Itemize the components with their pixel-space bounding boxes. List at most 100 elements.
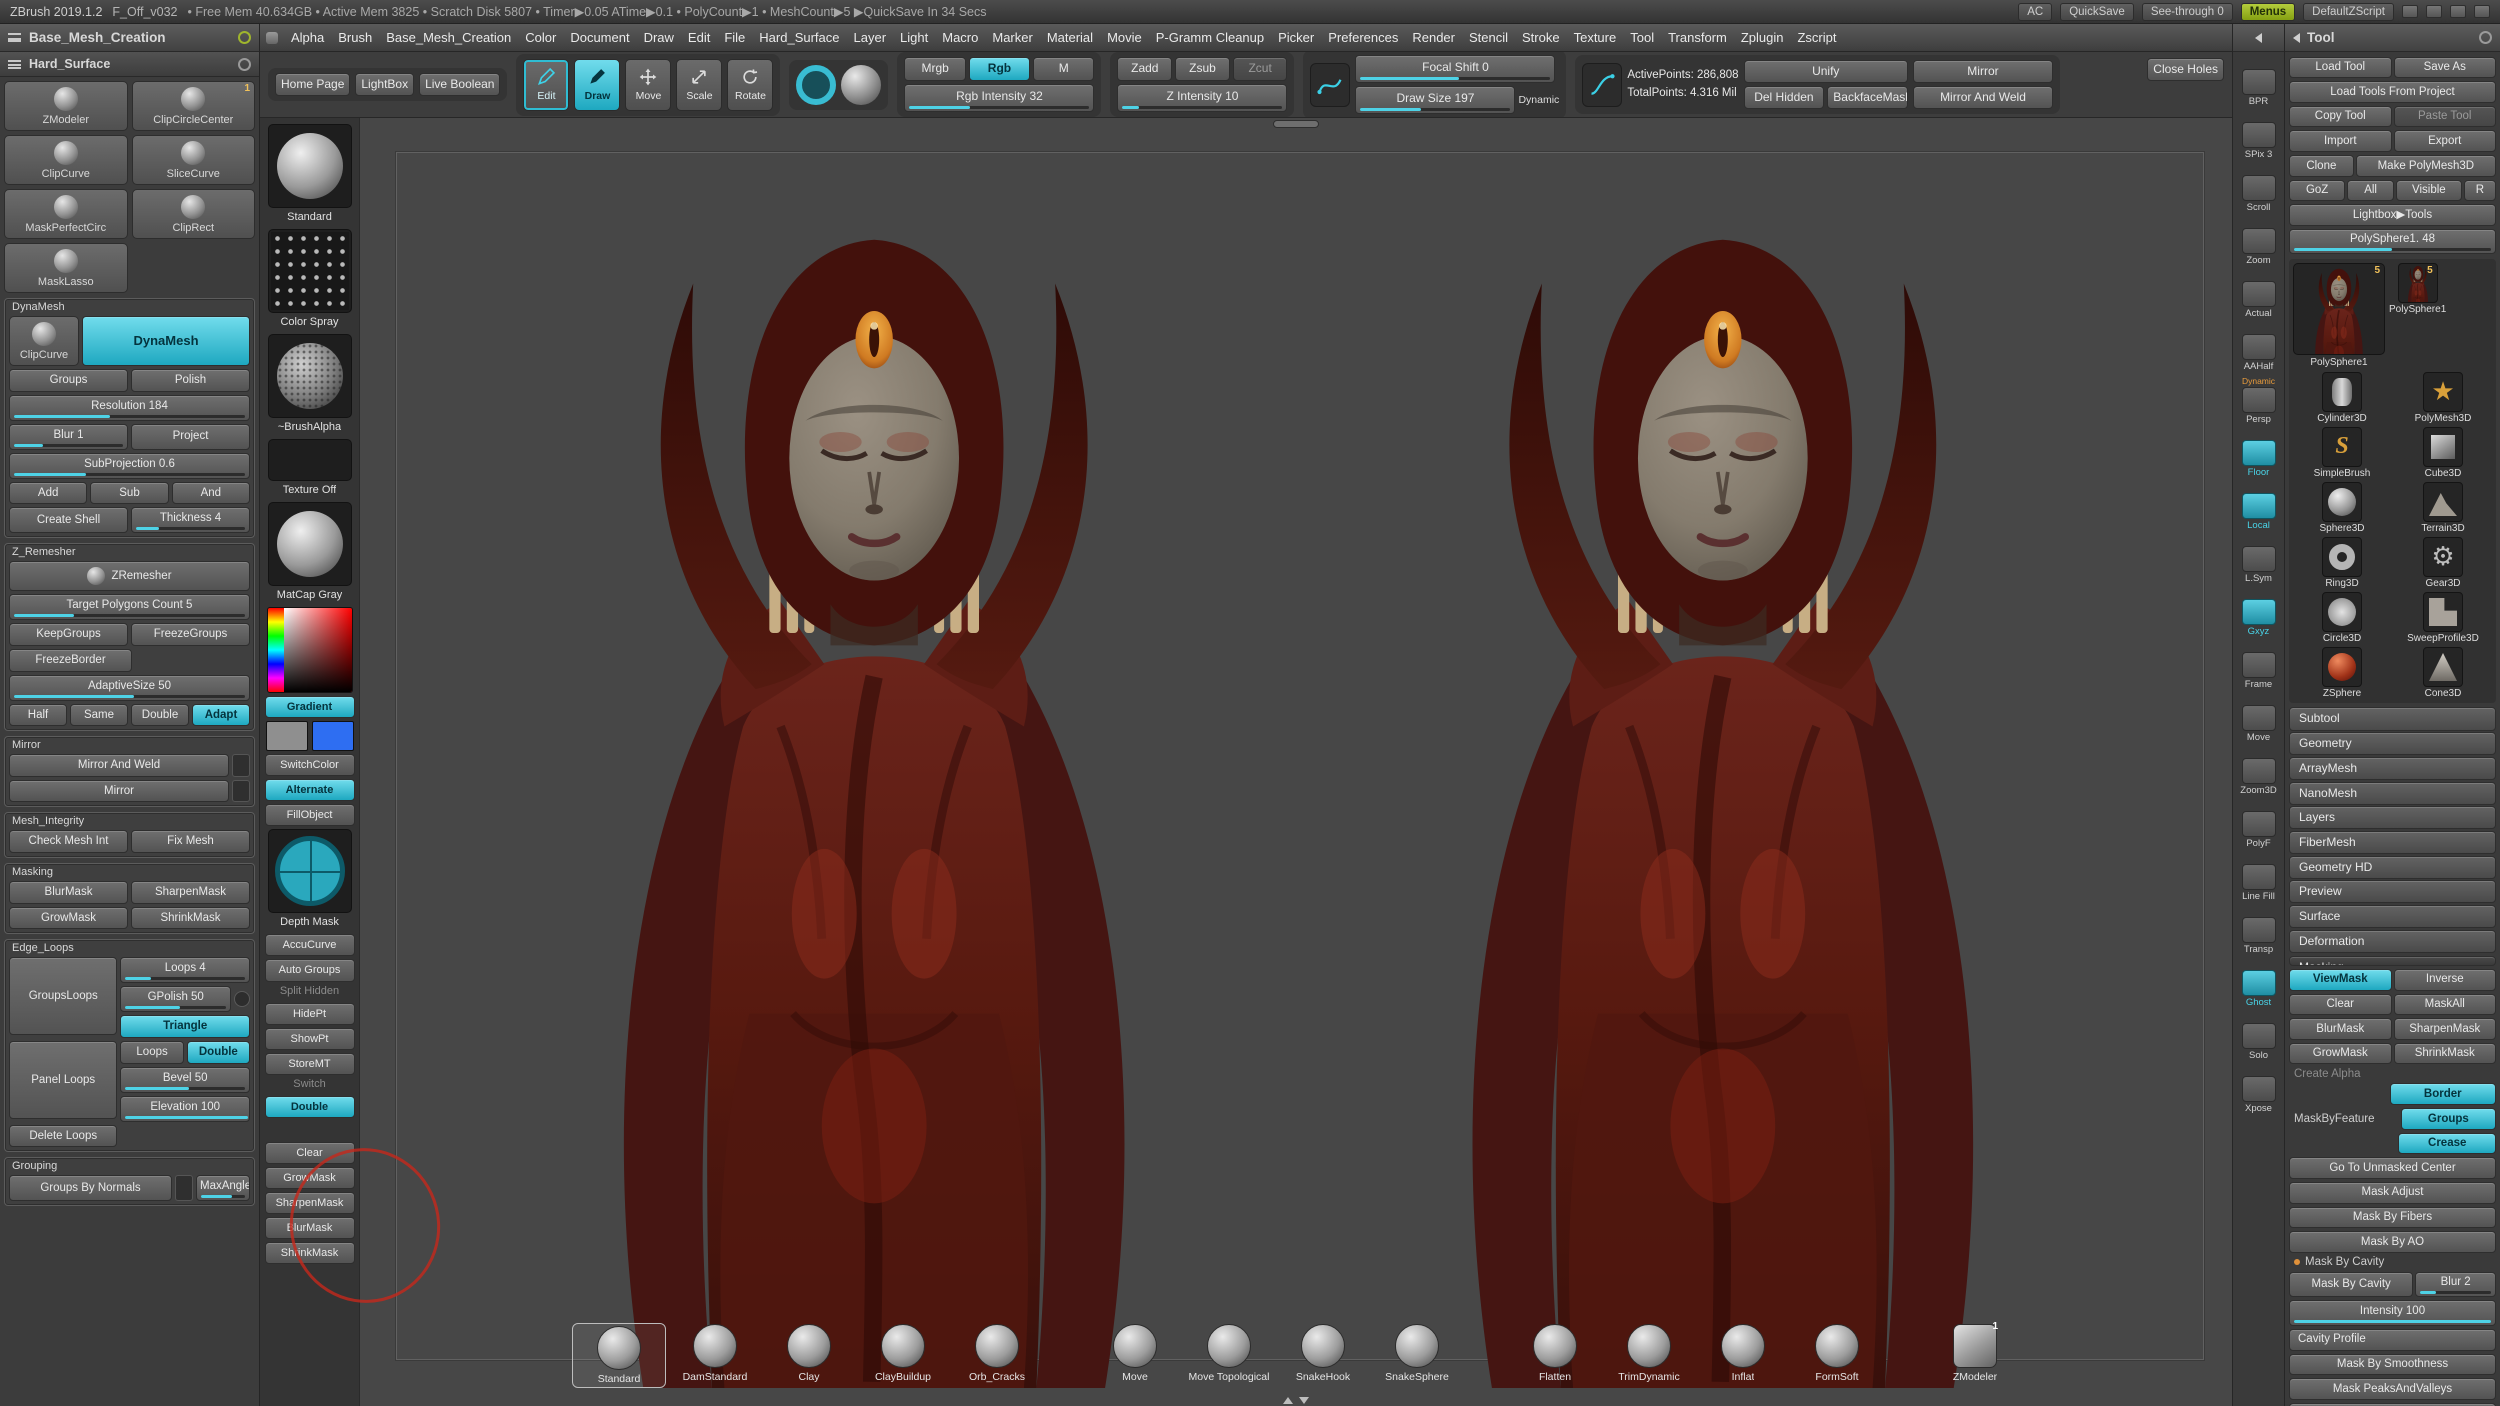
viewport-toggle[interactable]: Gxyz [2241,588,2276,637]
mask-by-smoothness-button[interactable]: Mask By Smoothness [2289,1353,2496,1376]
inventory-size-slider[interactable]: PolySphere1. 48 [2289,228,2496,255]
cycle-icon[interactable] [238,31,251,44]
viewport-toggle[interactable]: Floor [2241,429,2276,478]
viewport-toggle[interactable]: BPR [2241,58,2276,107]
active-brush-thumbnail[interactable] [267,124,352,208]
menu-item[interactable]: Draw [637,27,681,48]
tray-brush-button[interactable]: TrimDynamic [1605,1324,1693,1383]
del-hidden-button[interactable]: Del Hidden [1743,86,1825,110]
goz-all-button[interactable]: All [2347,179,2394,202]
viewport-toggle[interactable]: PolyF [2241,800,2276,849]
tool-thumbnail[interactable]: Cube3D [2394,426,2492,479]
menu-item[interactable]: Marker [985,27,1039,48]
secondary-color-swatch[interactable] [311,721,354,752]
shelf-collapse[interactable] [2233,24,2284,52]
focal-shift-slider[interactable]: Focal Shift 0 [1355,55,1556,83]
tool-thumbnail[interactable]: Sphere3D [2293,481,2391,534]
cycle-icon[interactable] [2479,31,2492,44]
sharpenmask-button[interactable]: SharpenMask [2393,1018,2496,1040]
lightbox-button[interactable]: LightBox [355,72,415,97]
tool-section-header[interactable]: FiberMesh [2289,830,2496,855]
viewport-toggle[interactable]: Dynamic Persp [2241,376,2276,425]
tool-section-header[interactable]: Surface [2289,904,2496,929]
save-as-button[interactable]: Save As [2393,56,2496,79]
subpalette-header[interactable]: Hard_Surface [0,52,259,77]
menu-item[interactable]: Transform [1661,27,1734,48]
viewport-toggle[interactable]: Local [2241,482,2276,531]
fix-mesh-button[interactable]: Fix Mesh [131,830,250,854]
border-button[interactable]: Border [2389,1083,2496,1106]
storemt-button[interactable]: StoreMT [264,1052,355,1075]
viewport-toggle[interactable]: SPix 3 [2241,111,2276,160]
mask-by-fibers-button[interactable]: Mask By Fibers [2289,1206,2496,1229]
zcut-button[interactable]: Zcut [1232,57,1288,81]
close-holes-button[interactable]: Close Holes [2147,58,2224,82]
menu-item[interactable]: Material [1040,27,1100,48]
rotate-mode-button[interactable]: Rotate [727,58,774,111]
menu-item[interactable]: Macro [935,27,985,48]
viewport-canvas[interactable]: Standard DamStandard Clay ClayBuildup Or… [360,118,2232,1406]
depth-mask-thumbnail[interactable] [267,829,352,914]
menu-item[interactable]: Stencil [1462,27,1515,48]
gradient-button[interactable]: Gradient [264,696,355,719]
palette-icon[interactable] [2426,5,2442,18]
freezegroups-button[interactable]: FreezeGroups [131,623,250,646]
viewport-toggle[interactable]: Scroll [2241,164,2276,213]
blurmask-button[interactable]: BlurMask [9,881,128,904]
lightbox-tools-button[interactable]: Lightbox▶Tools [2289,204,2496,226]
menu-item[interactable]: Base_Mesh_Creation [379,27,518,48]
tool-thumbnail[interactable]: Cylinder3D [2293,371,2391,424]
palette-brush-button[interactable]: MaskLasso [4,243,128,293]
sharpenmask-button[interactable]: SharpenMask [131,881,250,904]
menu-item[interactable]: Preferences [1321,27,1405,48]
adaptivesize-slider[interactable]: AdaptiveSize 50 [9,674,250,701]
tray-brush-button[interactable]: DamStandard [671,1324,759,1383]
mask-by-ao-button[interactable]: Mask By AO [2289,1231,2496,1253]
maskall-button[interactable]: MaskAll [2393,993,2496,1016]
tool-section-header[interactable]: Geometry [2289,732,2496,756]
tool-thumbnail[interactable]: Terrain3D [2394,481,2492,534]
blur-slider[interactable]: Blur 1 [9,423,128,450]
menu-item[interactable]: Layer [847,27,894,48]
zsub-button[interactable]: Zsub [1175,57,1230,81]
menu-item[interactable]: Zplugin [1734,27,1791,48]
stroke-preview-icon[interactable] [841,64,882,105]
m-button[interactable]: M [1033,57,1095,81]
palette-brush-button[interactable]: ClipCurve [4,135,128,185]
brush-preview-icon[interactable] [796,64,837,105]
blurmask-button[interactable]: BlurMask [2289,1018,2392,1040]
viewport-toggle[interactable]: Line Fill [2241,853,2276,902]
mirror-button[interactable]: Mirror [1912,59,2053,83]
viewmask-button[interactable]: ViewMask [2289,968,2392,991]
tool-section-header[interactable]: Geometry HD [2289,855,2496,879]
hidept-button[interactable]: HidePt [264,1002,355,1025]
goto-unmasked-center-button[interactable]: Go To Unmasked Center [2289,1157,2496,1179]
tool-thumbnail[interactable]: PolyMesh3D [2394,371,2492,424]
dynamesh-button[interactable]: DynaMesh [82,316,250,366]
viewport-toggle[interactable]: Transp [2241,906,2276,955]
tool-thumbnail[interactable]: Ring3D [2293,536,2391,589]
palette-brush-button[interactable]: MaskPerfectCirc [4,189,128,239]
tray-brush-button[interactable]: Clay [765,1324,853,1383]
menu-item[interactable]: Document [563,27,636,48]
bevel-slider[interactable]: Bevel 50 [120,1066,250,1093]
tool-section-header[interactable]: ArrayMesh [2289,756,2496,781]
menu-item[interactable]: Picker [1271,27,1321,48]
menu-item[interactable]: Stroke [1515,27,1567,48]
cavity-blur-slider[interactable]: Blur 2 [2415,1271,2496,1298]
load-tool-button[interactable]: Load Tool [2289,56,2392,79]
tray-brush-button[interactable]: FormSoft [1793,1324,1881,1383]
z-intensity-slider[interactable]: Z Intensity 10 [1117,83,1288,112]
draw-mode-button[interactable]: Draw [574,58,621,111]
groupsloops-button[interactable]: GroupsLoops [9,957,118,1036]
tool-thumbnail[interactable]: SimpleBrush [2293,426,2391,479]
default-zscript-button[interactable]: DefaultZScript [2303,2,2394,21]
palette-brush-button[interactable]: 1 ClipCircleCenter [131,81,255,131]
menu-item[interactable]: Edit [681,27,717,48]
grid-icon[interactable] [2402,5,2418,18]
tray-brush-button[interactable]: Standard [572,1323,666,1388]
create-shell-button[interactable]: Create Shell [9,507,128,534]
menu-item[interactable]: P-Gramm Cleanup [1149,27,1271,48]
double-button[interactable]: Double [186,1041,250,1064]
arrow-up-icon[interactable] [1283,1397,1293,1404]
